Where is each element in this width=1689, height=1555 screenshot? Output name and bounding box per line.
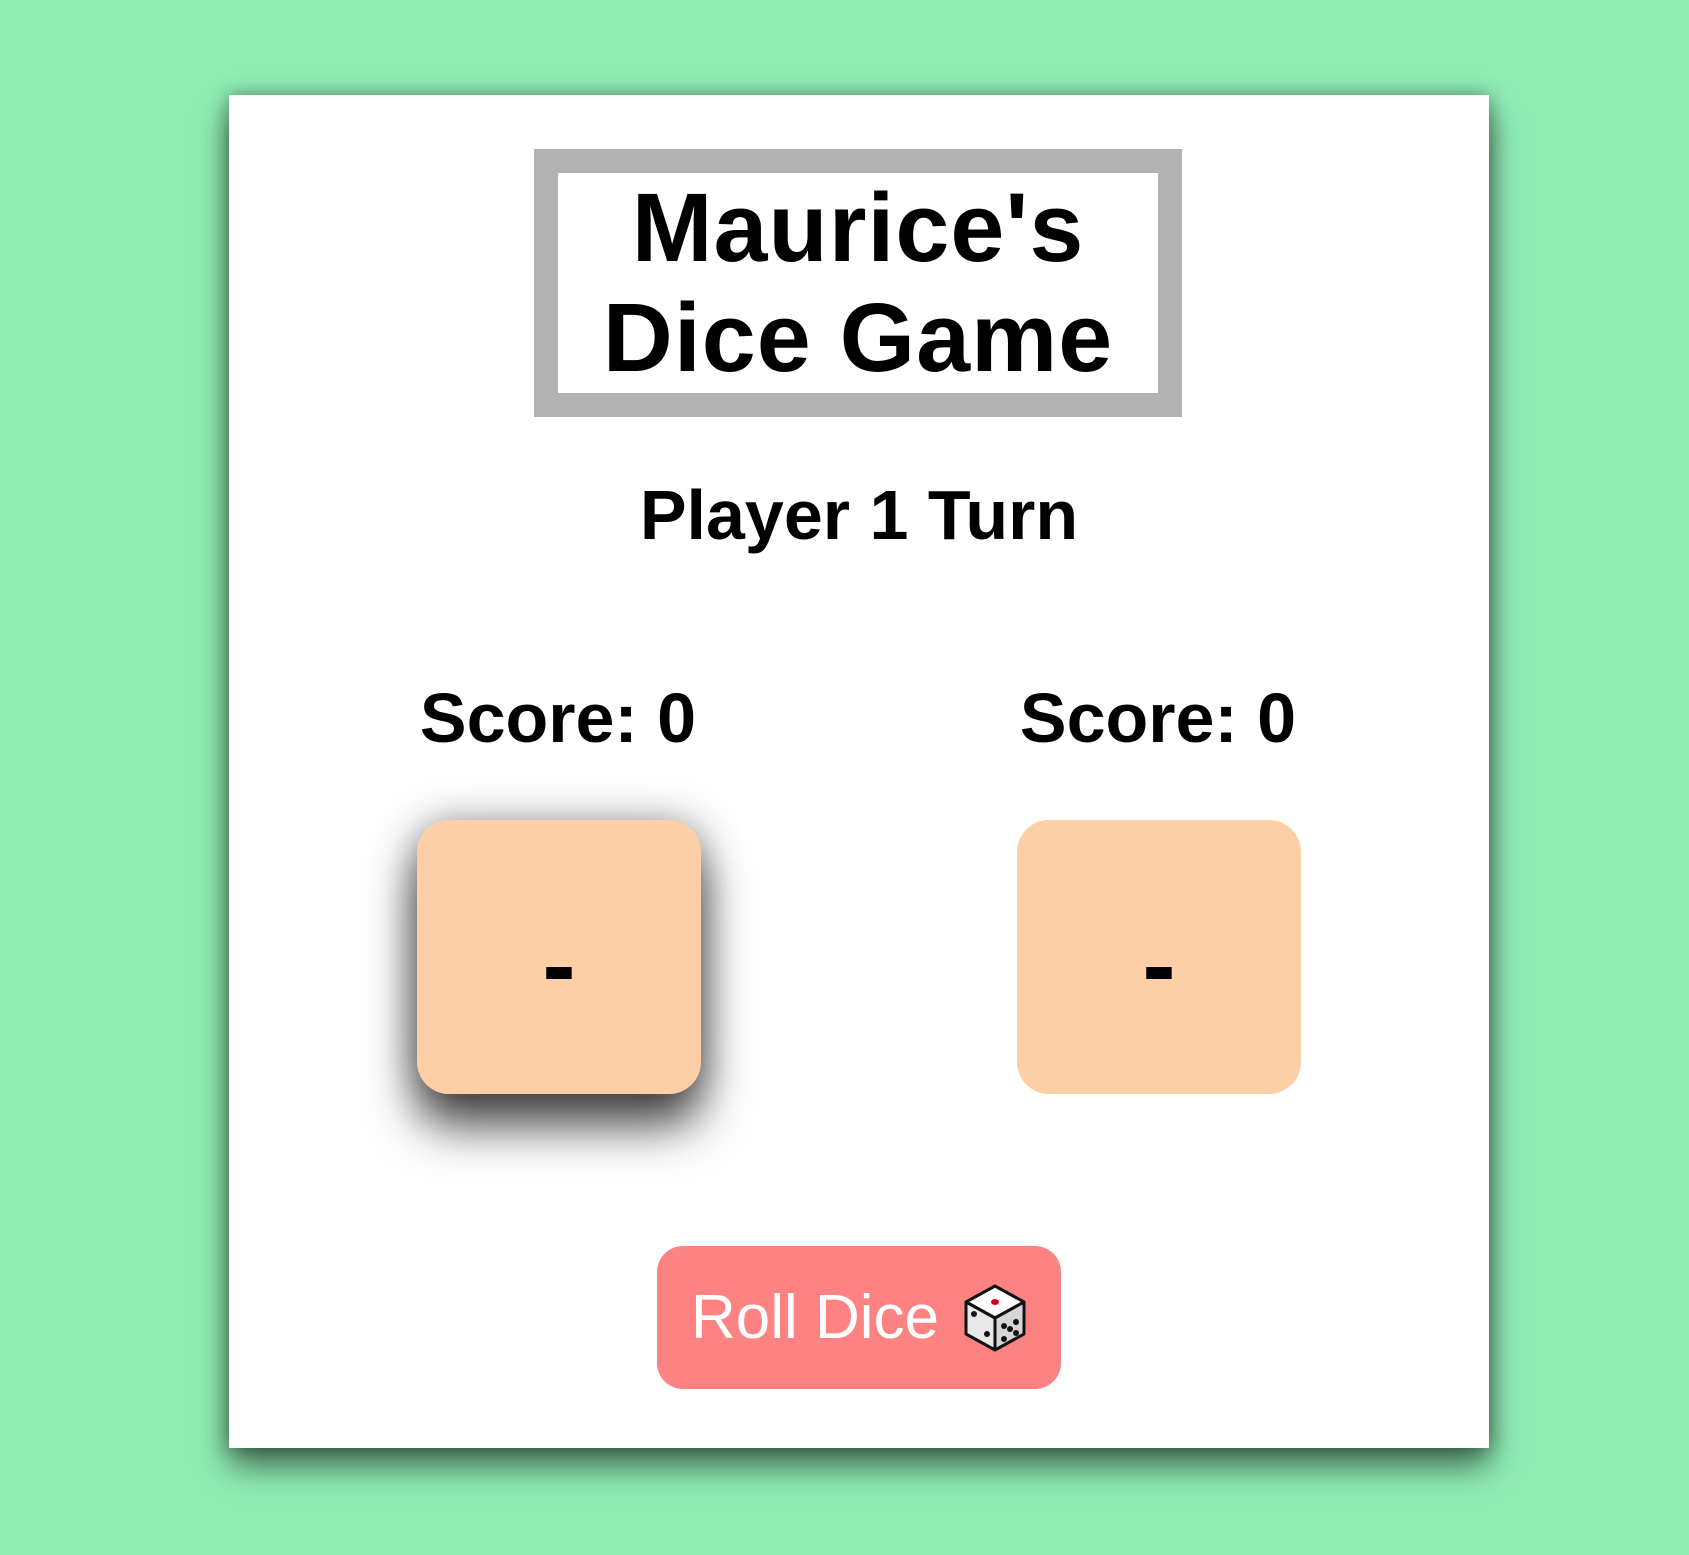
turn-status: Player 1 Turn bbox=[639, 476, 1079, 554]
roll-dice-button[interactable]: Roll Dice bbox=[657, 1246, 1061, 1389]
title-box: Maurice's Dice Game bbox=[534, 149, 1182, 417]
player-1-die: - bbox=[417, 820, 701, 1094]
player-2-die-value: - bbox=[1142, 909, 1176, 1021]
player-1-score: Score: 0 bbox=[419, 679, 697, 757]
player-2-die: - bbox=[1017, 820, 1301, 1094]
player-2-score: Score: 0 bbox=[1019, 679, 1297, 757]
game-card: Maurice's Dice Game Player 1 Turn Score:… bbox=[229, 95, 1489, 1448]
player-1-die-value: - bbox=[542, 909, 576, 1021]
game-title: Maurice's Dice Game bbox=[602, 173, 1114, 392]
dice-icon bbox=[964, 1284, 1026, 1351]
roll-dice-label: Roll Dice bbox=[690, 1283, 940, 1352]
